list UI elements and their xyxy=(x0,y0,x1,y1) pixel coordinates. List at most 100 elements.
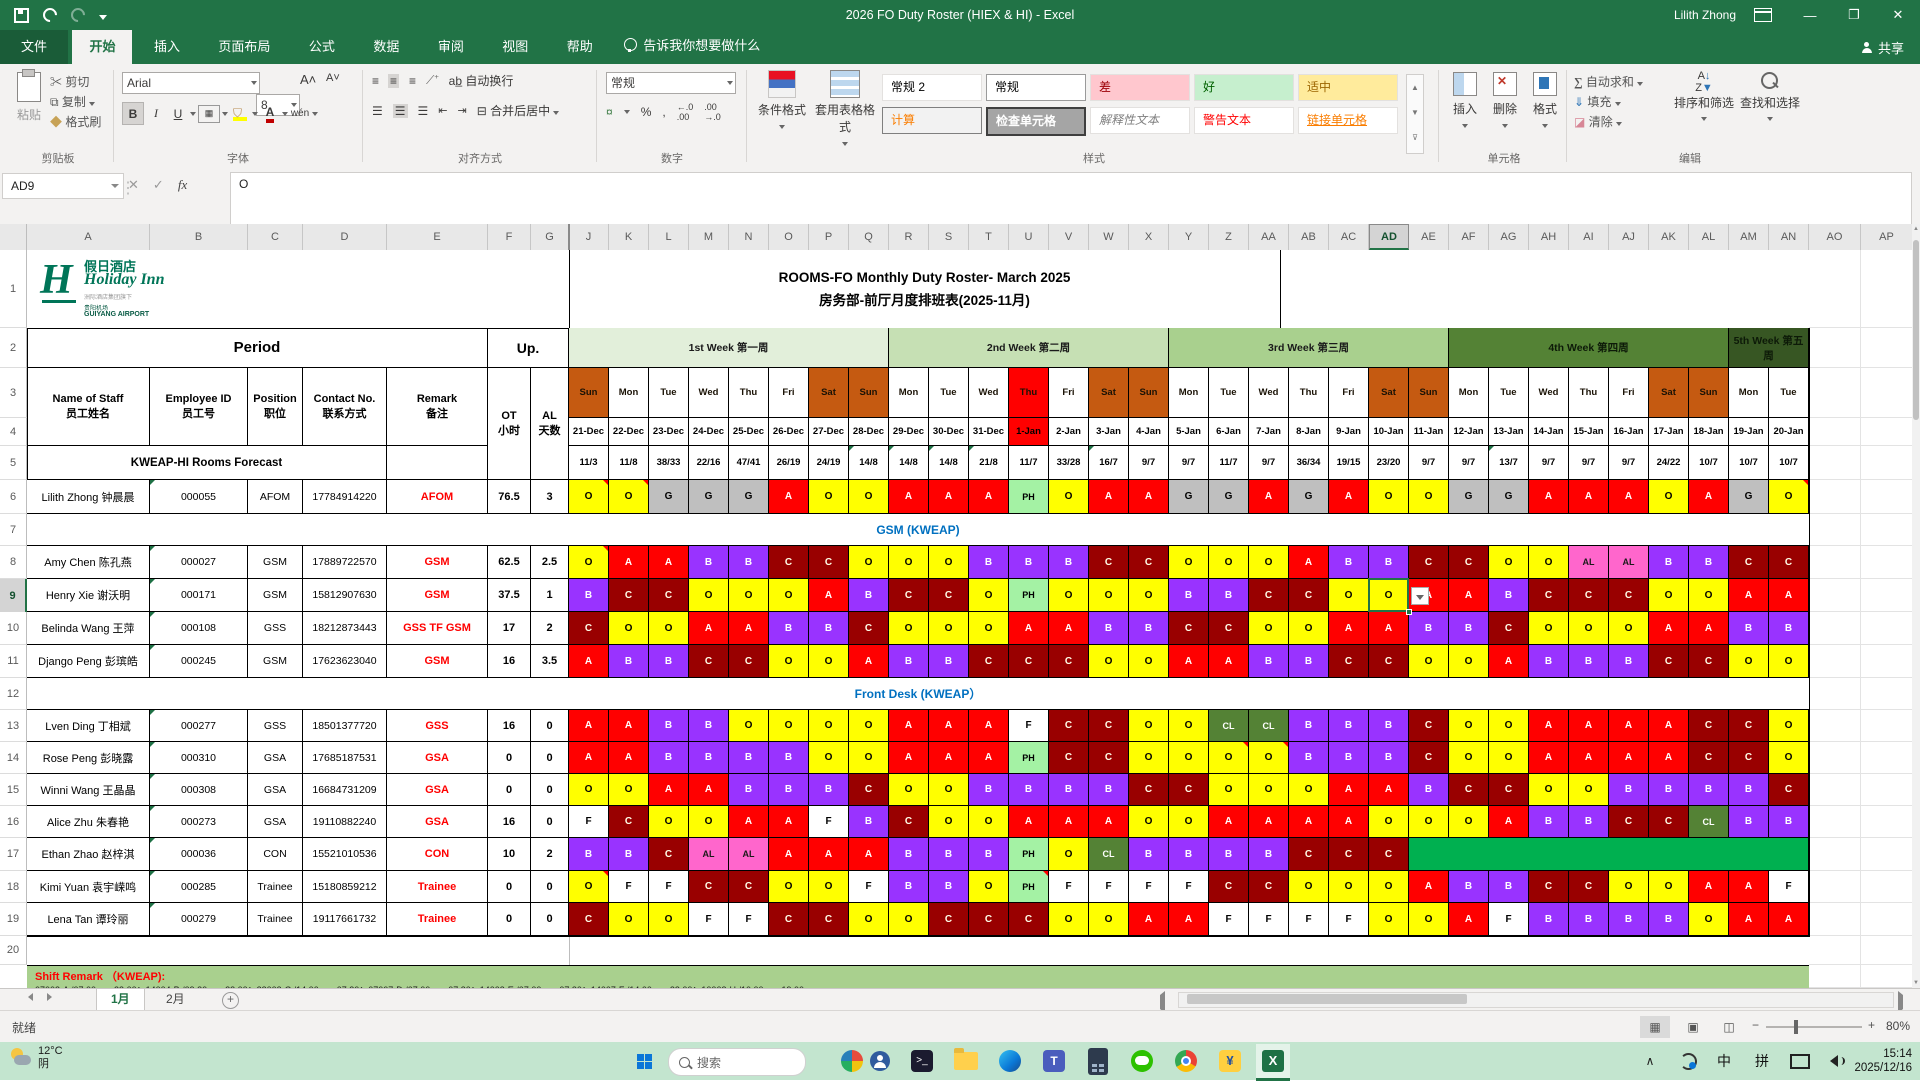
tab-home[interactable]: 开始 xyxy=(72,30,133,64)
row-header-7[interactable]: 7 xyxy=(0,514,27,546)
shift-cell[interactable]: O xyxy=(569,480,609,514)
vertical-scroll-thumb[interactable] xyxy=(1913,240,1919,420)
row-header-9[interactable]: 9 xyxy=(0,579,27,612)
shift-cell[interactable]: C xyxy=(1369,838,1409,871)
increase-indent-icon[interactable]: ⇥ xyxy=(458,104,467,117)
shift-cell[interactable]: C xyxy=(1089,546,1129,579)
shift-cell[interactable]: B xyxy=(729,774,769,806)
clock-widget[interactable]: 15:14 2025/12/16 xyxy=(1854,1047,1912,1075)
phonetic-button[interactable]: wén xyxy=(290,103,310,124)
shift-cell[interactable]: O xyxy=(1289,871,1329,903)
shift-cell[interactable]: A xyxy=(1529,480,1569,514)
shift-cell[interactable]: O xyxy=(1089,645,1129,678)
shift-cell[interactable]: C xyxy=(1169,612,1209,645)
borders-button[interactable]: ▦ xyxy=(198,104,220,123)
column-header-AC[interactable]: AC xyxy=(1329,224,1369,250)
font-color-button[interactable]: A xyxy=(260,103,280,124)
shift-cell[interactable]: O xyxy=(1409,480,1449,514)
shift-cell[interactable]: A xyxy=(1489,806,1529,838)
shift-cell[interactable]: B xyxy=(769,774,809,806)
shift-cell[interactable]: C xyxy=(809,903,849,936)
shift-cell[interactable]: O xyxy=(769,871,809,903)
shift-cell[interactable]: O xyxy=(929,546,969,579)
shift-cell[interactable]: A xyxy=(969,710,1009,742)
shift-cell[interactable]: A xyxy=(569,742,609,774)
shift-cell[interactable]: O xyxy=(889,774,929,806)
column-header-U[interactable]: U xyxy=(1009,224,1049,250)
shift-cell[interactable]: O xyxy=(729,579,769,612)
shift-cell[interactable]: B xyxy=(1529,903,1569,936)
shift-cell[interactable]: O xyxy=(609,774,649,806)
copy-button[interactable]: ⧉ 复制 xyxy=(50,92,101,112)
shift-cell[interactable]: B xyxy=(1489,579,1529,612)
shift-cell[interactable]: A xyxy=(609,710,649,742)
fill-color-button[interactable]: ⛉ xyxy=(230,103,250,124)
shift-cell[interactable]: B xyxy=(969,546,1009,579)
shift-cell[interactable]: F xyxy=(1329,903,1369,936)
shift-cell[interactable]: O xyxy=(1289,612,1329,645)
shift-cell[interactable]: B xyxy=(1649,903,1689,936)
row-header-10[interactable]: 10 xyxy=(0,612,27,645)
shift-cell[interactable]: B xyxy=(1089,612,1129,645)
shift-cell[interactable]: O xyxy=(649,806,689,838)
restore-button[interactable]: ❐ xyxy=(1832,0,1876,30)
shift-cell[interactable]: A xyxy=(1049,612,1089,645)
selected-cell-outline[interactable] xyxy=(1368,578,1409,612)
hscroll-right-icon[interactable] xyxy=(1898,991,1903,1013)
shift-cell[interactable]: G xyxy=(1169,480,1209,514)
shift-cell[interactable]: O xyxy=(1449,645,1489,678)
fill-handle[interactable] xyxy=(1406,609,1412,615)
shift-cell[interactable]: A xyxy=(1129,903,1169,936)
sheet-tab-feb[interactable]: 2月 xyxy=(152,989,199,1010)
shift-cell[interactable]: F xyxy=(1489,903,1529,936)
teams-app-icon[interactable]: T xyxy=(1040,1047,1068,1075)
shift-cell[interactable]: A xyxy=(1729,579,1769,612)
shift-cell[interactable]: O xyxy=(1049,579,1089,612)
people-app-icon[interactable] xyxy=(838,1047,866,1075)
tab-page-layout[interactable]: 页面布局 xyxy=(201,30,287,64)
shift-cell[interactable]: PH xyxy=(1009,579,1049,612)
taskbar-search-box[interactable]: 搜索 xyxy=(668,1048,806,1076)
shift-cell[interactable]: B xyxy=(1009,774,1049,806)
shift-cell[interactable]: B xyxy=(1449,612,1489,645)
tab-insert[interactable]: 插入 xyxy=(137,30,197,64)
shift-cell[interactable]: C xyxy=(1409,742,1449,774)
row-header-2[interactable]: 2 xyxy=(0,328,27,368)
name-box[interactable]: AD9 xyxy=(2,173,124,199)
shift-cell[interactable]: C xyxy=(769,546,809,579)
shift-cell[interactable]: O xyxy=(1529,612,1569,645)
shift-cell[interactable]: C xyxy=(1169,774,1209,806)
shift-cell[interactable]: C xyxy=(689,871,729,903)
shift-cell[interactable]: A xyxy=(889,710,929,742)
shift-cell[interactable]: A xyxy=(1609,480,1649,514)
format-cells-button[interactable]: 格式 xyxy=(1526,72,1564,131)
shift-cell[interactable]: O xyxy=(729,710,769,742)
cell-style-chip[interactable]: 常规 xyxy=(986,74,1086,101)
wrap-text-button[interactable]: ab̲ 自动换行 xyxy=(449,72,514,89)
shift-cell[interactable]: O xyxy=(1369,480,1409,514)
shift-cell[interactable]: B xyxy=(1689,774,1729,806)
shift-cell[interactable]: O xyxy=(649,903,689,936)
autosum-button[interactable]: ∑ 自动求和 xyxy=(1574,72,1644,92)
shift-cell[interactable]: A xyxy=(569,710,609,742)
shift-cell[interactable]: O xyxy=(1689,579,1729,612)
fill-button[interactable]: ⇓ 填充 xyxy=(1574,92,1643,112)
shift-cell[interactable]: B xyxy=(1729,774,1769,806)
shift-cell[interactable]: G xyxy=(1729,480,1769,514)
shift-cell[interactable]: O xyxy=(1249,612,1289,645)
shift-cell[interactable]: F xyxy=(1089,871,1129,903)
insert-cells-button[interactable]: 插入 xyxy=(1446,72,1484,131)
column-header-AB[interactable]: AB xyxy=(1289,224,1329,250)
tray-sync-icon[interactable] xyxy=(1674,1047,1702,1075)
zoom-level[interactable]: 80% xyxy=(1886,1019,1910,1033)
shift-cell[interactable]: O xyxy=(1529,774,1569,806)
shift-cell[interactable]: O xyxy=(1769,742,1809,774)
shift-cell[interactable]: O xyxy=(1689,903,1729,936)
column-header-B[interactable]: B xyxy=(150,224,248,250)
shift-cell[interactable]: O xyxy=(1449,806,1489,838)
column-header-AN[interactable]: AN xyxy=(1769,224,1809,250)
shift-cell[interactable]: A xyxy=(809,579,849,612)
row-header-11[interactable]: 11 xyxy=(0,645,27,678)
shift-cell[interactable]: C xyxy=(1769,546,1809,579)
column-header-AM[interactable]: AM xyxy=(1729,224,1769,250)
